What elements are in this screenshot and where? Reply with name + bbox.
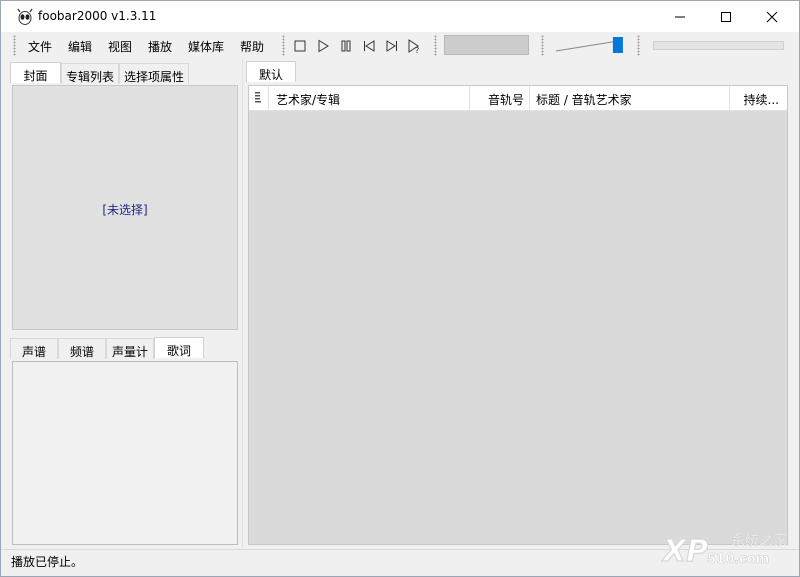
lyrics-panel	[12, 361, 238, 545]
toolbar-grip[interactable]	[282, 35, 285, 56]
random-button[interactable]: ?	[406, 37, 424, 55]
play-button[interactable]	[314, 37, 332, 55]
next-icon	[386, 40, 397, 52]
column-title-track-artist[interactable]: 标题 / 音轨艺术家	[530, 86, 730, 110]
maximize-button[interactable]	[703, 1, 749, 32]
volume-slider[interactable]	[552, 35, 632, 57]
close-icon	[766, 11, 778, 22]
status-text: 播放已停止。	[11, 555, 84, 569]
foobar-app-icon	[16, 8, 34, 26]
pause-button[interactable]	[337, 37, 355, 55]
toolbar-grip[interactable]	[434, 35, 437, 56]
tab-lyrics[interactable]: 歌词	[154, 337, 204, 358]
menu-library[interactable]: 媒体库	[188, 38, 224, 55]
volume-track	[555, 40, 619, 52]
tab-spectrogram[interactable]: 声谱	[10, 338, 58, 359]
column-duration[interactable]: 持续...	[730, 86, 787, 110]
stop-button[interactable]	[291, 37, 309, 55]
menu-help[interactable]: 帮助	[240, 38, 264, 55]
previous-button[interactable]	[360, 37, 378, 55]
panel-splitter[interactable]	[242, 59, 243, 547]
previous-icon	[364, 40, 375, 52]
window-title: foobar2000 v1.3.11	[38, 9, 157, 23]
tab-album-list[interactable]: 专辑列表	[61, 63, 119, 84]
column-track-number[interactable]: 音轨号	[470, 86, 530, 110]
toolbar-grip[interactable]	[541, 35, 544, 56]
menu-view[interactable]: 视图	[108, 38, 132, 55]
stop-icon	[294, 40, 306, 52]
tab-playlist-default[interactable]: 默认	[246, 61, 296, 82]
tab-cover[interactable]: 封面	[10, 62, 61, 83]
spectrum-visualizer	[653, 41, 784, 50]
menu-playback[interactable]: 播放	[148, 38, 172, 55]
seek-bar[interactable]	[444, 35, 529, 55]
column-artist-album[interactable]: 艺术家/专辑	[269, 86, 470, 110]
menu-edit[interactable]: 编辑	[68, 38, 92, 55]
toolbar-grip[interactable]	[13, 35, 16, 56]
tab-spectrum[interactable]: 频谱	[58, 338, 106, 359]
pause-icon	[341, 40, 351, 52]
menu-file[interactable]: 文件	[28, 38, 52, 55]
maximize-icon	[721, 11, 731, 22]
app-window: foobar2000 v1.3.11 文件 编辑 视图 播放 媒体库 帮助 ? …	[0, 0, 800, 577]
no-selection-label: [未选择]	[102, 203, 148, 217]
album-art-panel: [未选择]	[12, 85, 238, 330]
tab-vu-meter[interactable]: 声量计	[106, 338, 154, 359]
column-playing-indicator[interactable]	[249, 86, 269, 110]
minimize-icon	[675, 16, 685, 17]
tab-selection-properties[interactable]: 选择项属性	[119, 63, 189, 84]
watermark-sub: 510.com	[707, 552, 769, 567]
title-bar[interactable]: foobar2000 v1.3.11	[1, 1, 799, 32]
next-button[interactable]	[383, 37, 401, 55]
playlist-view[interactable]: 艺术家/专辑 音轨号 标题 / 音轨艺术家 持续...	[248, 85, 788, 545]
minimize-button[interactable]	[657, 1, 703, 32]
watermark-brand: XP	[661, 534, 708, 569]
watermark-text: 系统之家	[731, 532, 787, 549]
svg-text:?: ?	[415, 46, 419, 54]
playlist-header: 艺术家/专辑 音轨号 标题 / 音轨艺术家 持续...	[249, 86, 787, 111]
watermark-logo: XP 系统之家 510.com	[660, 525, 797, 571]
volume-thumb[interactable]	[612, 37, 623, 53]
random-icon: ?	[408, 39, 419, 54]
toolbar-grip[interactable]	[637, 35, 640, 56]
play-icon	[318, 39, 329, 53]
list-indicator-icon	[255, 92, 261, 103]
close-button[interactable]	[749, 1, 795, 32]
